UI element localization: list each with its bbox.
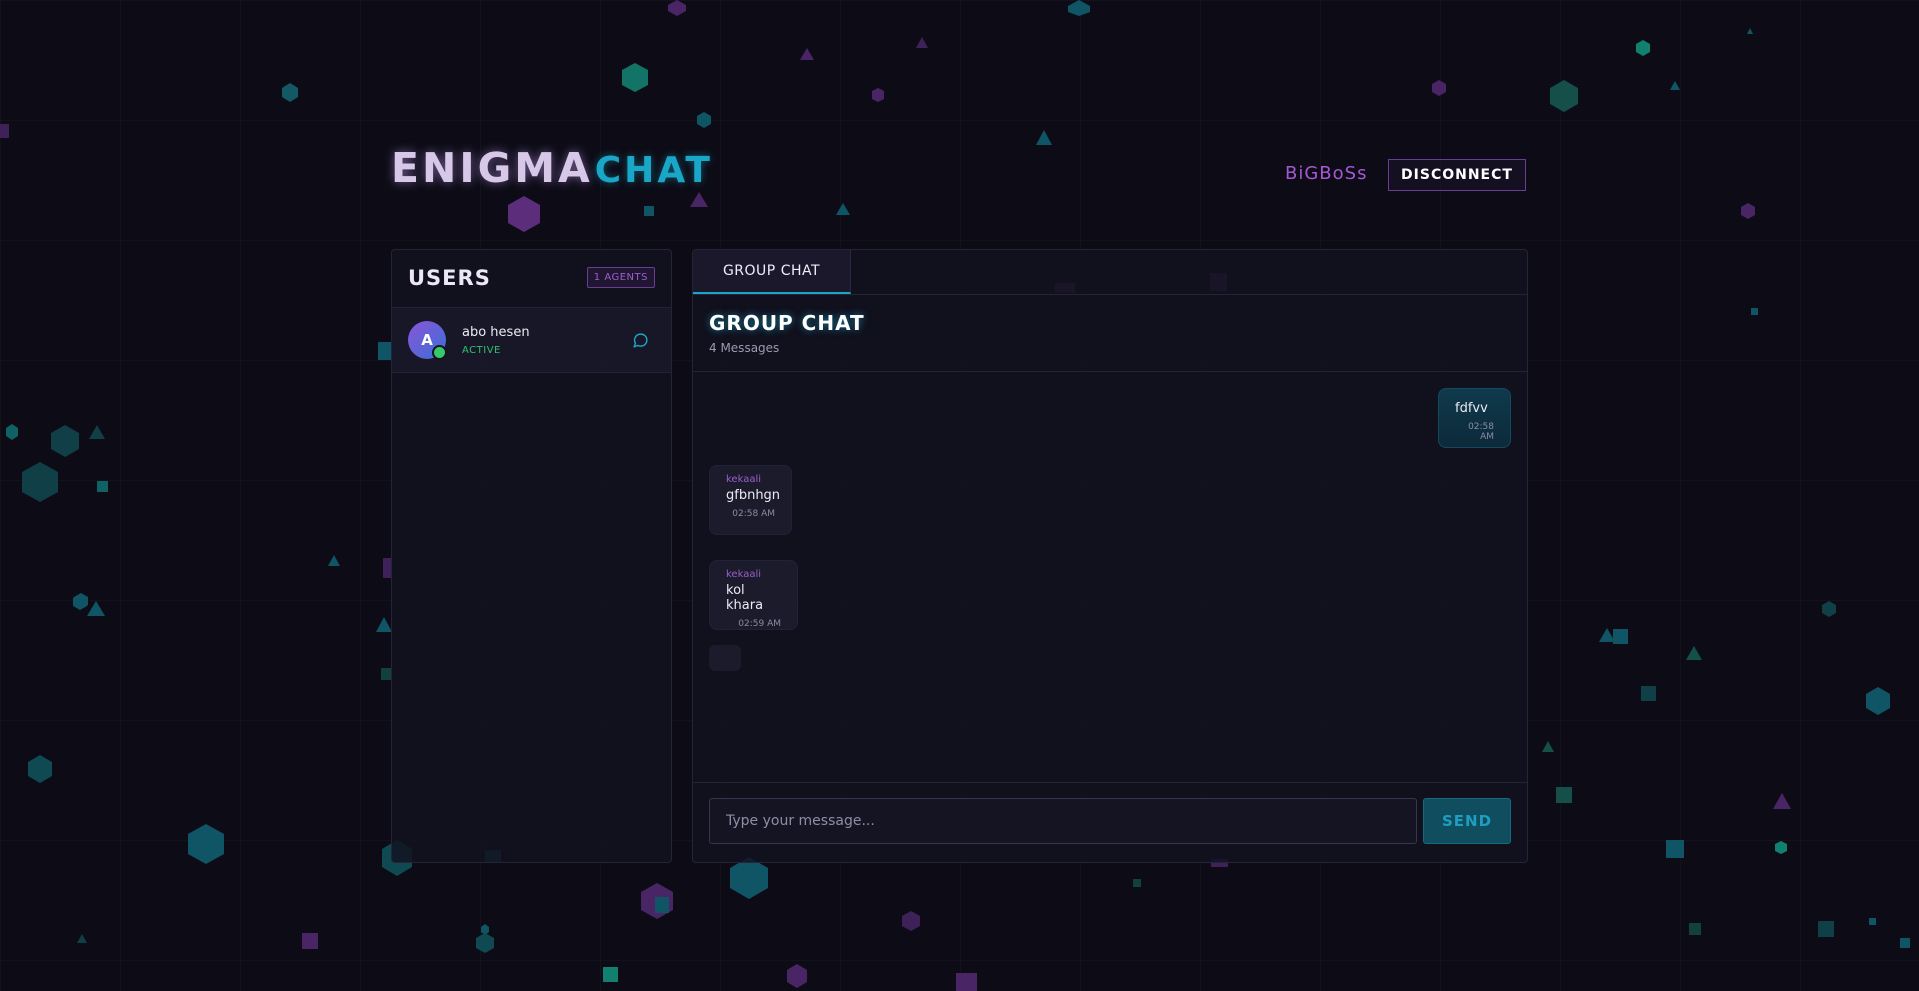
user-status: ACTIVE — [462, 345, 501, 356]
message-text: fdfvv — [1455, 401, 1488, 416]
user-name: abo hesen — [462, 325, 530, 340]
current-username: BiGBoSs — [1285, 163, 1368, 184]
message-composer: SEND — [693, 782, 1527, 862]
message-list[interactable]: fdfvv 02:58 AM kekaali gfbnhgn 02:58 AM … — [693, 372, 1527, 785]
users-panel: USERS 1 AGENTS A abo hesen ACTIVE — [391, 249, 672, 863]
avatar: A — [408, 321, 447, 360]
logo-secondary-text: CHAT — [594, 150, 713, 191]
logo-primary-text: ENIGMA — [391, 144, 593, 192]
message-incoming: kekaali kol khara 02:59 AM — [709, 560, 798, 630]
message-text: gfbnhgn — [726, 488, 781, 503]
message-time: 02:58 AM — [732, 509, 775, 519]
disconnect-button[interactable]: DISCONNECT — [1388, 159, 1526, 191]
chat-tabs: GROUP CHAT — [693, 250, 1527, 295]
message-input[interactable] — [709, 798, 1417, 844]
tab-group-chat[interactable]: GROUP CHAT — [693, 250, 851, 294]
message-time: 02:58 AM — [1468, 422, 1494, 442]
message-sender: kekaali — [726, 569, 762, 580]
message-text: kol khara — [726, 583, 764, 613]
typing-indicator — [709, 645, 741, 671]
user-list-item[interactable]: A abo hesen ACTIVE — [392, 308, 671, 373]
message-incoming: kekaali gfbnhgn 02:58 AM — [709, 465, 792, 535]
chat-title: GROUP CHAT — [709, 311, 865, 335]
chat-header: GROUP CHAT 4 Messages — [693, 295, 1527, 372]
send-button[interactable]: SEND — [1423, 798, 1511, 844]
app-logo: ENIGMACHAT — [391, 143, 713, 196]
message-outgoing: fdfvv 02:58 AM — [1438, 388, 1511, 448]
users-title: USERS — [408, 266, 491, 290]
message-sender: kekaali — [726, 474, 762, 485]
avatar-initial: A — [421, 331, 433, 349]
chat-panel: GROUP CHAT GROUP CHAT 4 Messages fdfvv 0… — [692, 249, 1528, 863]
message-time: 02:59 AM — [738, 619, 781, 629]
message-count: 4 Messages — [709, 341, 780, 355]
chat-bubble-icon[interactable] — [632, 332, 649, 353]
agents-count-badge: 1 AGENTS — [586, 267, 655, 288]
online-status-dot — [432, 345, 447, 360]
users-panel-header: USERS 1 AGENTS — [392, 250, 671, 308]
